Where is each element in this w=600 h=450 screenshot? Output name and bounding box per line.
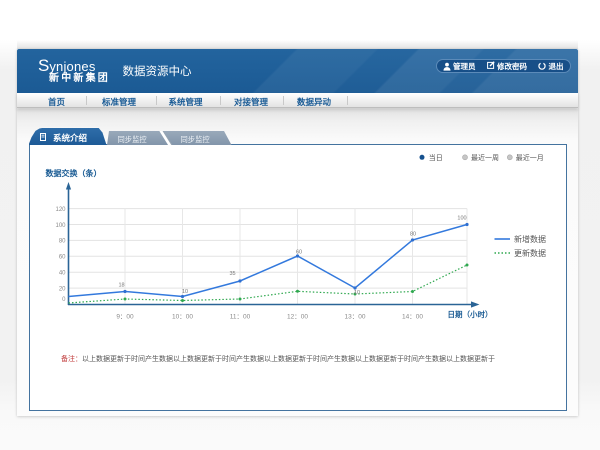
svg-text:20: 20 (59, 286, 66, 292)
svg-text:10: 10 (354, 290, 360, 296)
svg-text:60: 60 (59, 255, 66, 261)
svg-text:10: 10 (182, 289, 188, 295)
svg-text:13：00: 13：00 (345, 314, 366, 321)
svg-text:9：00: 9：00 (116, 314, 134, 321)
svg-text:新增数据: 新增数据 (514, 234, 546, 244)
svg-text:100: 100 (55, 223, 66, 229)
svg-text:0: 0 (62, 297, 66, 303)
svg-text:当日: 当日 (429, 153, 443, 162)
svg-text:80: 80 (410, 232, 416, 238)
svg-text:40: 40 (59, 271, 66, 277)
svg-text:60: 60 (296, 250, 302, 256)
svg-text:12：00: 12：00 (287, 314, 308, 321)
svg-text:14：00: 14：00 (402, 314, 423, 321)
svg-text:80: 80 (59, 239, 66, 245)
svg-text:18: 18 (118, 283, 124, 289)
svg-text:10：00: 10：00 (172, 314, 193, 321)
svg-text:100: 100 (457, 216, 466, 222)
svg-text:120: 120 (55, 207, 66, 213)
svg-text:35: 35 (229, 271, 235, 277)
svg-text:更新数据: 更新数据 (514, 248, 546, 258)
svg-text:11：00: 11：00 (230, 314, 251, 321)
svg-text:最近一月: 最近一月 (516, 153, 544, 162)
svg-text:最近一周: 最近一周 (471, 153, 499, 162)
